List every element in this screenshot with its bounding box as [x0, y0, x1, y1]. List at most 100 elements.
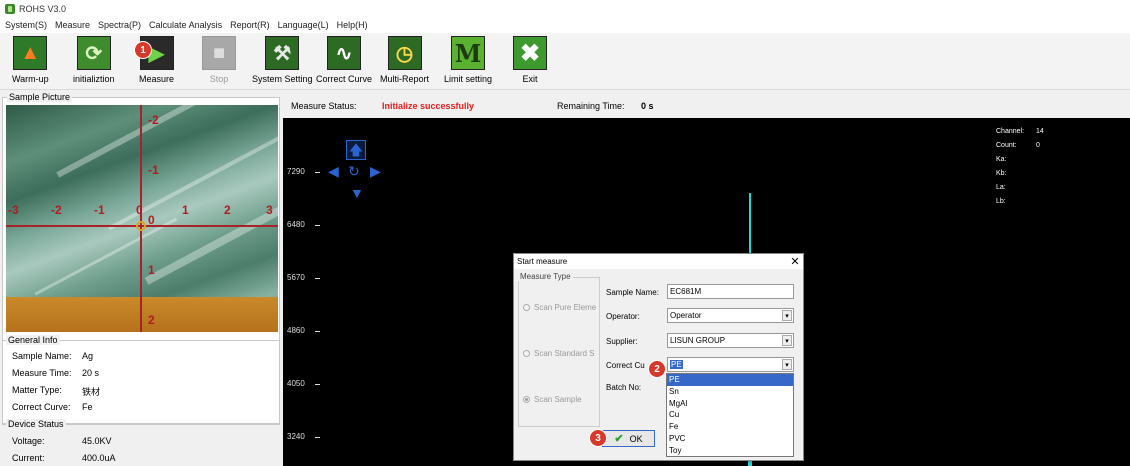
exit-button[interactable]: ✖ Exit [513, 36, 547, 84]
menu-spectra[interactable]: Spectra(P) [98, 20, 141, 30]
flame-icon: ▲ [13, 36, 48, 70]
menu-language[interactable]: Language(L) [278, 20, 329, 30]
dialog-title-bar: Start measure ✕ [514, 254, 803, 269]
dropdown-option-mgal[interactable]: MgAl [667, 398, 793, 410]
y-axis-tick: 7290 [287, 167, 305, 176]
x-tick: -1 [94, 203, 105, 217]
toolbar: ▲ Warm-up ⟳ initializtion ▶ Measure ■ St… [0, 33, 1130, 90]
correct-curve-select[interactable]: PE ▾ [667, 357, 794, 372]
y-axis-tick: 4050 [287, 379, 305, 388]
y-axis-tick: 4860 [287, 326, 305, 335]
dropdown-option-sn[interactable]: Sn [667, 386, 793, 398]
crosshair-center [136, 221, 146, 231]
radio-scan-pure-element[interactable]: Scan Pure Eleme [523, 303, 596, 312]
dropdown-option-cu[interactable]: Cu [667, 409, 793, 421]
x-tick: 2 [224, 203, 231, 217]
close-icon[interactable]: ✕ [787, 255, 803, 268]
status-row-voltage: Voltage: 45.0KV [12, 436, 112, 446]
info-row-matter-type: Matter Type: 铁材 [12, 385, 101, 397]
menu-report[interactable]: Report(R) [230, 20, 270, 30]
y-tick: -2 [148, 113, 159, 127]
step-badge-1: 1 [135, 42, 151, 58]
initialization-button[interactable]: ⟳ initializtion [73, 36, 115, 84]
y-tick: 0 [148, 213, 155, 227]
y-tick: -1 [148, 163, 159, 177]
menu-measure[interactable]: Measure [55, 20, 90, 30]
device-status-title: Device Status [6, 419, 66, 429]
step-badge-3: 3 [590, 430, 606, 446]
y-tick: 2 [148, 313, 155, 327]
radio-scan-sample[interactable]: Scan Sample [523, 395, 582, 404]
letter-m-icon: M [451, 36, 486, 70]
info-row-measure-time: Measure Time: 20 s [12, 368, 100, 378]
device-status-group: Device Status Voltage: 45.0KV Current: 4… [2, 419, 280, 466]
remaining-time-label: Remaining Time: [557, 101, 625, 111]
measure-type-title: Measure Type [518, 272, 573, 281]
stop-icon: ■ [202, 36, 236, 70]
stop-button[interactable]: ■ Stop [202, 36, 236, 84]
correct-curve-button[interactable]: ∿ Correct Curve [316, 36, 372, 84]
measure-status-label: Measure Status: [291, 101, 357, 111]
window-title: ROHS V3.0 [19, 3, 67, 14]
radio-scan-standard[interactable]: Scan Standard S [523, 349, 594, 358]
menu-system[interactable]: System(S) [5, 20, 47, 30]
radio-icon [523, 304, 530, 311]
pan-up-icon[interactable]: 🡅 [346, 140, 366, 160]
y-axis-tick: 5670 [287, 273, 305, 282]
sample-camera-image[interactable]: -2 -1 0 1 2 -3 -2 -1 0 1 2 3 [6, 105, 278, 332]
clock-icon: ◷ [387, 36, 422, 70]
x-tick: 0 [136, 203, 143, 217]
general-info-group: General Info Sample Name: Ag Measure Tim… [2, 335, 280, 421]
measure-status-bar: Measure Status: Initialize successfully … [283, 95, 1130, 117]
sample-name-input[interactable] [667, 284, 794, 299]
channel-info: Channel: 14 Count: 0 Ka: Kb: La: Lb: [996, 128, 1044, 205]
close-x-icon: ✖ [513, 36, 547, 70]
info-row-sample-name: Sample Name: Ag [12, 351, 94, 361]
checkmark-icon: ✔ [614, 433, 624, 445]
remaining-time-value: 0 s [641, 101, 654, 111]
sample-name-label: Sample Name: [606, 288, 659, 297]
y-axis-tick: 6480 [287, 220, 305, 229]
sample-picture-title: Sample Picture [7, 92, 73, 102]
status-row-current: Current: 400.0uA [12, 453, 116, 463]
title-bar: ROHS V3.0 [0, 0, 1130, 17]
limit-setting-button[interactable]: M Limit setting [444, 36, 492, 84]
ok-button[interactable]: ✔ OK [602, 430, 655, 447]
measure-status-value: Initialize successfully [382, 101, 475, 111]
reset-view-icon[interactable]: ↻ [348, 164, 360, 178]
x-tick: -3 [8, 203, 19, 217]
system-setting-button[interactable]: ⚒ System Setting [252, 36, 313, 84]
batch-no-label: Batch No: [606, 383, 642, 392]
dropdown-option-pvc[interactable]: PVC [667, 433, 793, 445]
pan-right-icon[interactable]: ▶ [370, 164, 381, 178]
dropdown-option-toy[interactable]: Toy [667, 445, 793, 457]
step-badge-2: 2 [649, 361, 665, 377]
y-tick: 1 [148, 263, 155, 277]
waveform-icon: ∿ [327, 36, 361, 70]
chevron-down-icon[interactable]: ▾ [782, 359, 792, 370]
correct-curve-dropdown: PE Sn MgAl Cu Fe PVC Toy [666, 373, 794, 457]
left-panel: Sample Picture -2 -1 0 1 2 -3 -2 -1 0 1 … [0, 91, 283, 466]
pan-left-icon[interactable]: ◀ [328, 164, 339, 178]
crosshair-vertical [140, 105, 142, 332]
radio-icon [523, 350, 530, 357]
warmup-button[interactable]: ▲ Warm-up [12, 36, 49, 84]
general-info-title: General Info [6, 335, 60, 345]
x-tick: 1 [182, 203, 189, 217]
dialog-title: Start measure [517, 257, 568, 266]
operator-select[interactable]: Operator ▾ [667, 308, 794, 323]
menu-help[interactable]: Help(H) [337, 20, 368, 30]
operator-label: Operator: [606, 312, 640, 321]
x-tick: 3 [266, 203, 273, 217]
dropdown-option-pe[interactable]: PE [667, 374, 793, 386]
multi-report-button[interactable]: ◷ Multi-Report [380, 36, 429, 84]
menu-calculate-analysis[interactable]: Calculate Analysis [149, 20, 222, 30]
menu-bar: System(S) Measure Spectra(P) Calculate A… [0, 17, 1130, 33]
pan-down-icon[interactable]: ▼ [350, 186, 364, 200]
measure-type-group: Scan Pure Eleme Scan Standard S Scan Sam… [518, 277, 600, 427]
dropdown-option-fe[interactable]: Fe [667, 421, 793, 433]
y-axis-tick: 3240 [287, 432, 305, 441]
supplier-select[interactable]: LISUN GROUP ▾ [667, 333, 794, 348]
chevron-down-icon[interactable]: ▾ [782, 335, 792, 346]
chevron-down-icon[interactable]: ▾ [782, 310, 792, 321]
